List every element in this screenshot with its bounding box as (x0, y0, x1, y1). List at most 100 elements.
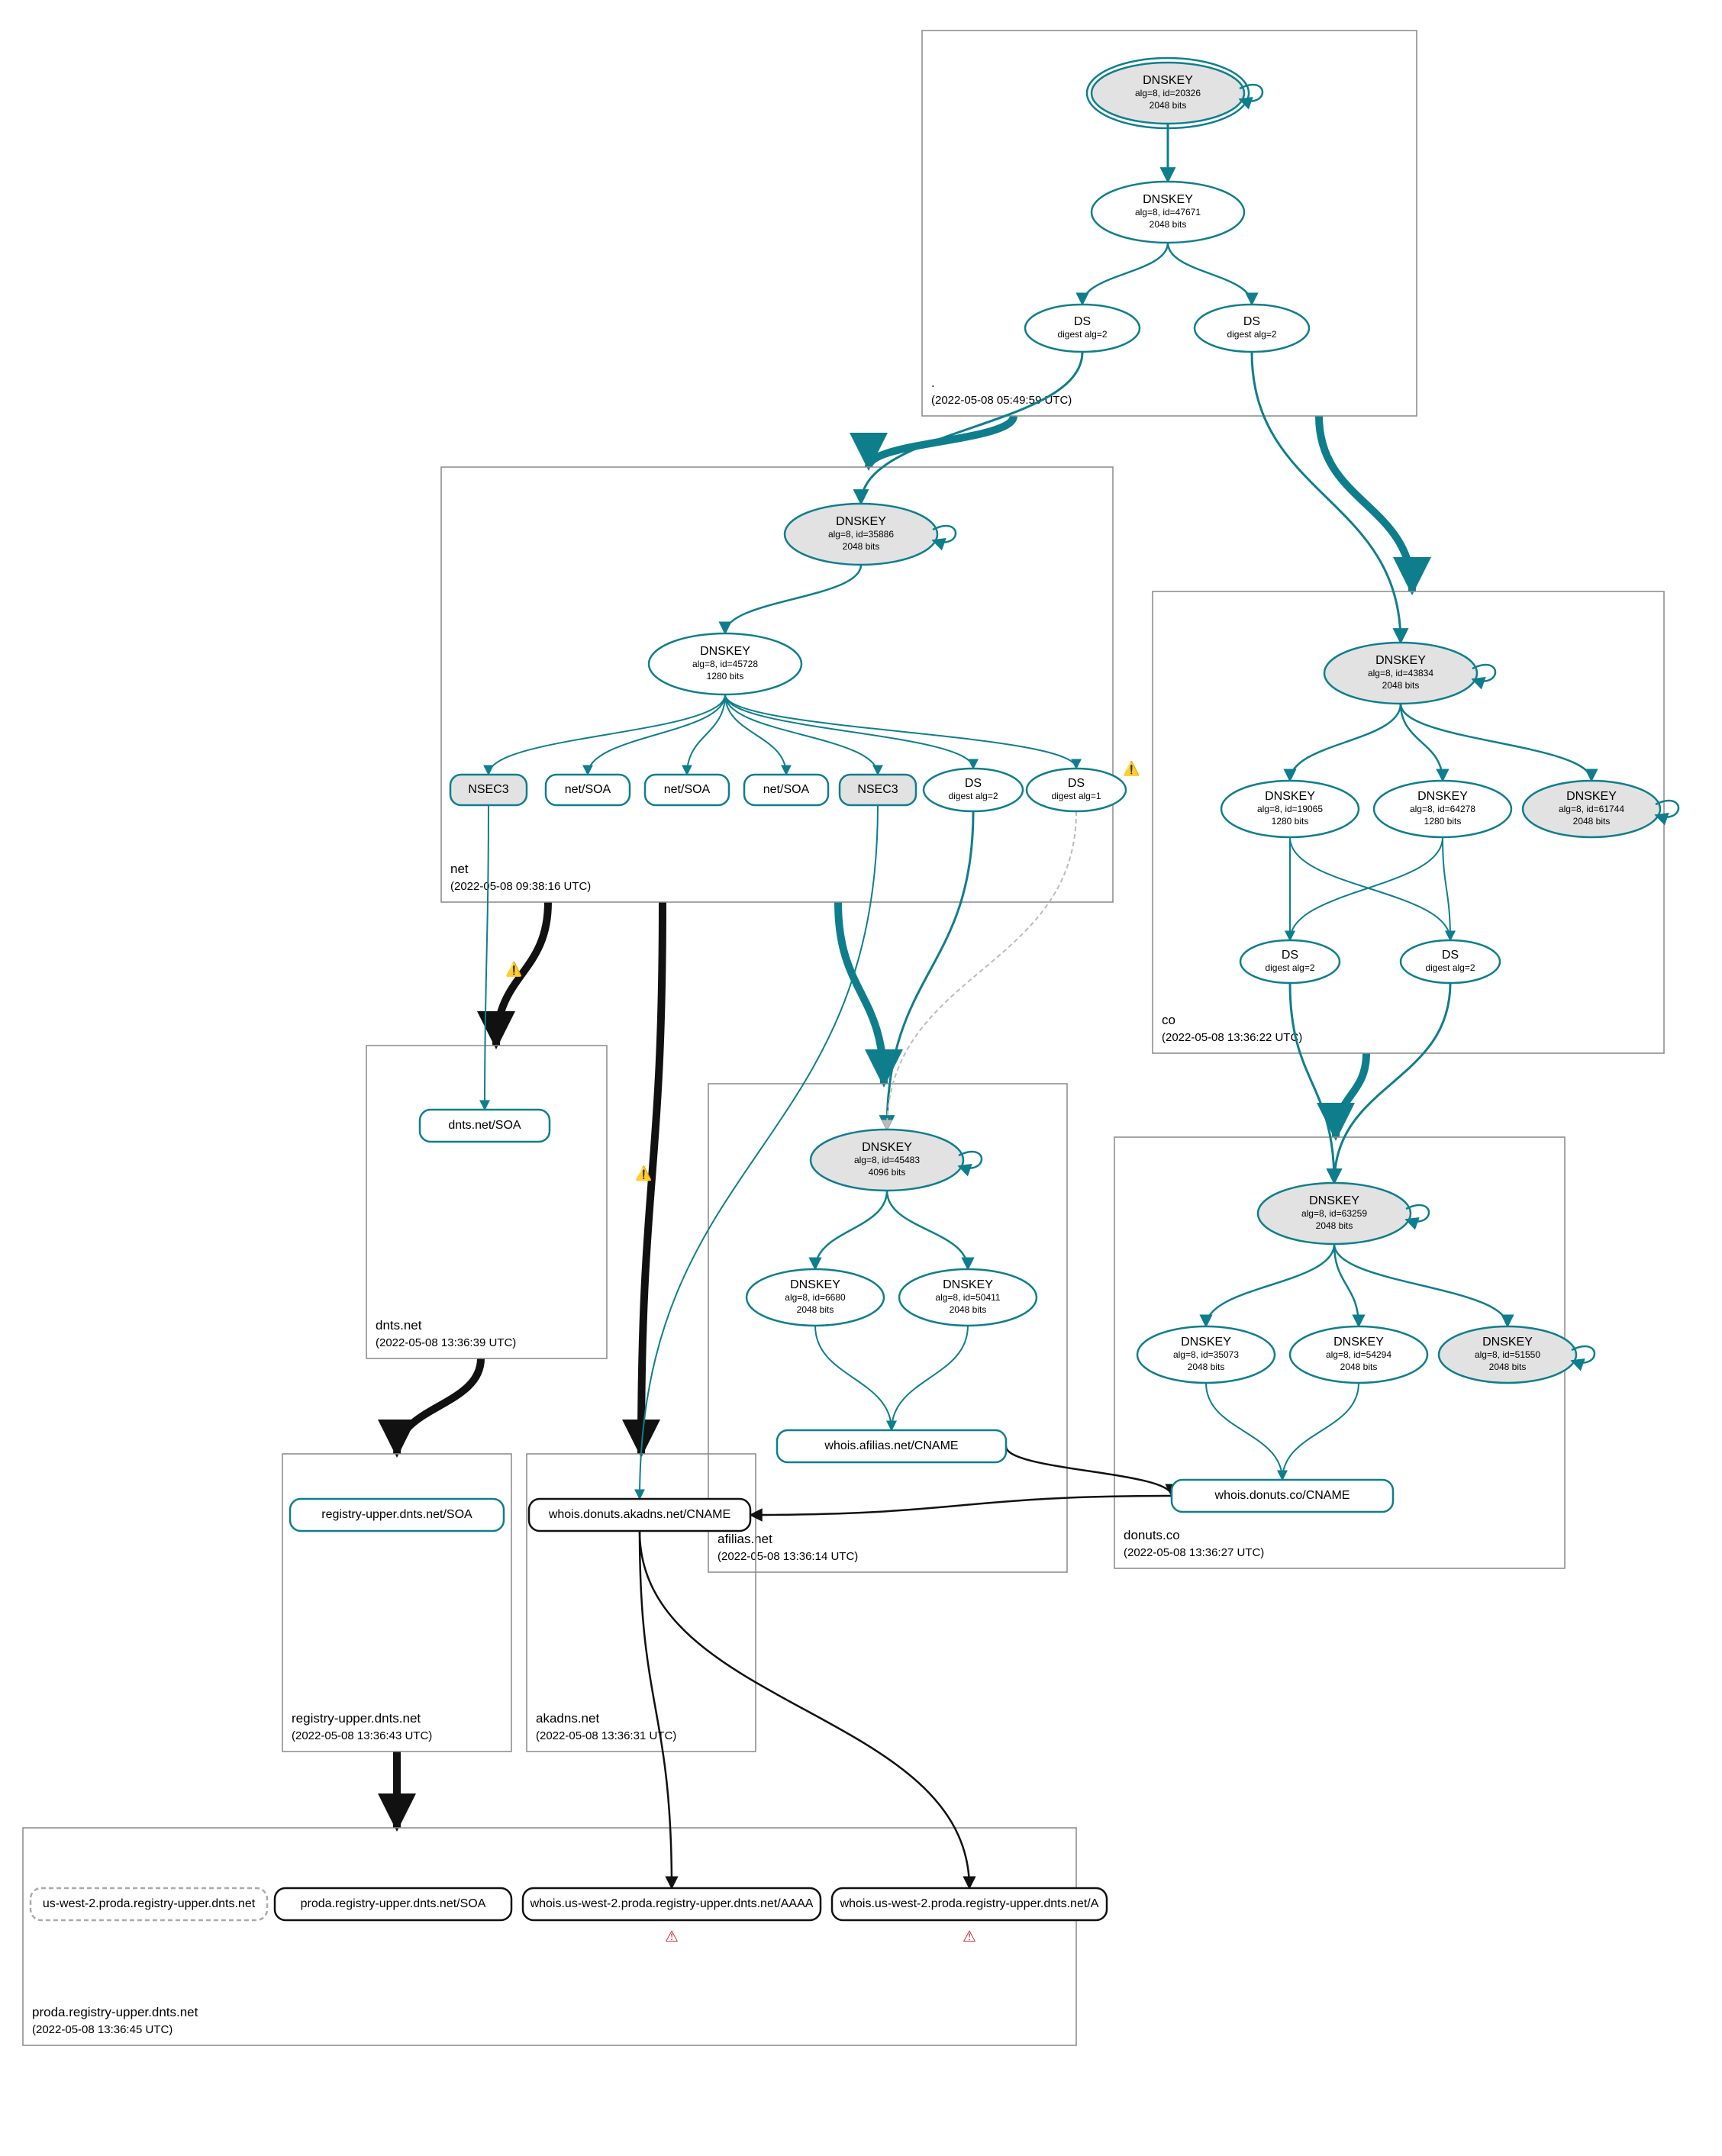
node-p-soa[interactable]: proda.registry-upper.dnts.net/SOA (275, 1888, 511, 1920)
node-text: whois.us-west-2.proda.registry-upper.dnt… (530, 1897, 814, 1910)
node-net-ksk[interactable]: DNSKEYalg=8, id=358862048 bits (785, 504, 956, 565)
dnssec-graph: ⚠️⚠️ .(2022-05-08 05:49:59 UTC)net(2022-… (0, 0, 1722, 2156)
node-text: dnts.net/SOA (448, 1119, 521, 1132)
node-root-ds2[interactable]: DSdigest alg=2 (1195, 305, 1309, 352)
edge (725, 694, 973, 769)
node-text: DNSKEY (1566, 790, 1617, 803)
zone-ts: (2022-05-08 13:36:31 UTC) (536, 1729, 676, 1742)
zone-name: donuts.co (1124, 1528, 1180, 1542)
node-net-ds1[interactable]: DSdigest alg=2 (924, 769, 1023, 811)
node-co-ds2[interactable]: DSdigest alg=2 (1401, 940, 1500, 983)
node-do-zsk2[interactable]: DNSKEYalg=8, id=542942048 bits (1290, 1326, 1427, 1383)
node-text: 1280 bits (1424, 816, 1462, 827)
node-p-aaaa[interactable]: whois.us-west-2.proda.registry-upper.dnt… (523, 1888, 821, 1945)
zone-edge (838, 902, 884, 1084)
node-net-nsec3a[interactable]: NSEC3 (450, 775, 527, 805)
edge (1006, 1446, 1172, 1496)
node-text: net/SOA (763, 783, 810, 796)
node-text: digest alg=2 (1265, 962, 1314, 973)
node-text: 2048 bits (797, 1304, 834, 1315)
edge (640, 1531, 672, 1888)
node-text: DNSKEY (1482, 1336, 1533, 1349)
node-af-zsk2[interactable]: DNSKEYalg=8, id=504112048 bits (899, 1269, 1037, 1326)
node-text: 2048 bits (1382, 680, 1420, 691)
edge (887, 811, 973, 1130)
node-do-cname[interactable]: whois.donuts.co/CNAME (1172, 1480, 1393, 1512)
zone-name: registry-upper.dnts.net (292, 1711, 421, 1726)
node-text: alg=8, id=35886 (828, 529, 894, 540)
node-text: DNSKEY (1417, 790, 1468, 803)
edge (815, 1191, 887, 1269)
node-net-ds2[interactable]: DSdigest alg=1⚠️ (1027, 760, 1140, 811)
node-text: 2048 bits (1316, 1220, 1353, 1231)
node-ak-cname[interactable]: whois.donuts.akadns.net/CNAME (529, 1499, 750, 1531)
zone-name: dnts.net (376, 1318, 422, 1333)
zone-name: . (931, 375, 935, 390)
node-af-zsk1[interactable]: DNSKEYalg=8, id=66802048 bits (747, 1269, 884, 1326)
edge (861, 352, 1082, 504)
node-co-ksk2[interactable]: DNSKEYalg=8, id=617442048 bits (1523, 781, 1678, 837)
node-text: alg=8, id=45728 (692, 659, 758, 669)
zone-name: net (450, 862, 469, 876)
node-co-zsk1[interactable]: DNSKEYalg=8, id=190651280 bits (1221, 781, 1359, 837)
node-text: alg=8, id=63259 (1301, 1208, 1367, 1219)
node-text: 1280 bits (1272, 816, 1309, 827)
node-text: digest alg=2 (1425, 962, 1475, 973)
node-text: alg=8, id=45483 (854, 1155, 920, 1165)
node-co-ds1[interactable]: DSdigest alg=2 (1240, 940, 1340, 983)
edge (1290, 837, 1450, 940)
node-net-soa3[interactable]: net/SOA (744, 775, 828, 805)
node-text: net/SOA (565, 783, 611, 796)
node-dnts-soa[interactable]: dnts.net/SOA (420, 1110, 550, 1142)
warning-icon: ⚠️ (635, 1165, 652, 1181)
node-text: 2048 bits (843, 541, 880, 552)
node-af-ksk[interactable]: DNSKEYalg=8, id=454834096 bits (811, 1130, 982, 1191)
edge (1290, 983, 1334, 1183)
node-do-ksk2[interactable]: DNSKEYalg=8, id=515502048 bits (1439, 1326, 1595, 1383)
node-root-ds1[interactable]: DSdigest alg=2 (1025, 305, 1140, 352)
node-text: net/SOA (664, 783, 711, 796)
node-net-zsk[interactable]: DNSKEYalg=8, id=457281280 bits (649, 633, 801, 694)
node-net-soa2[interactable]: net/SOA (645, 775, 729, 805)
node-co-zsk2[interactable]: DNSKEYalg=8, id=642781280 bits (1374, 781, 1511, 837)
edge (1401, 704, 1591, 781)
zone-ts: (2022-05-08 13:36:39 UTC) (376, 1336, 516, 1349)
node-text: DNSKEY (1181, 1336, 1231, 1349)
node-text: 4096 bits (869, 1167, 906, 1178)
node-text: DNSKEY (1333, 1336, 1384, 1349)
node-net-nsec3b[interactable]: NSEC3 (840, 775, 916, 805)
edge (640, 1531, 969, 1888)
node-text: whois.afilias.net/CNAME (824, 1439, 958, 1452)
zone-edge (397, 1358, 481, 1454)
edge (887, 811, 1076, 1130)
node-text: DNSKEY (1143, 74, 1193, 87)
zone-name: akadns.net (536, 1711, 599, 1726)
node-do-ksk[interactable]: DNSKEYalg=8, id=632592048 bits (1258, 1183, 1429, 1244)
edge (887, 1191, 968, 1269)
node-p-a[interactable]: whois.us-west-2.proda.registry-upper.dnt… (832, 1888, 1107, 1945)
node-ru-soa[interactable]: registry-upper.dnts.net/SOA (290, 1499, 504, 1531)
node-text: DNSKEY (943, 1278, 993, 1291)
node-text: 2048 bits (1340, 1362, 1378, 1372)
node-p-usw2[interactable]: us-west-2.proda.registry-upper.dnts.net (31, 1888, 267, 1920)
node-do-zsk1[interactable]: DNSKEYalg=8, id=350732048 bits (1137, 1326, 1275, 1383)
node-text: DNSKEY (790, 1278, 840, 1291)
edge (485, 805, 489, 1110)
node-text: digest alg=1 (1051, 791, 1101, 801)
node-text: 2048 bits (1489, 1362, 1527, 1372)
zone-dnts (366, 1046, 607, 1358)
zone-name: proda.registry-upper.dnts.net (32, 2005, 198, 2019)
node-text: digest alg=2 (948, 791, 998, 801)
edge (725, 694, 878, 775)
node-text: DNSKEY (836, 515, 886, 528)
node-af-cname[interactable]: whois.afilias.net/CNAME (777, 1430, 1006, 1462)
node-root-ksk[interactable]: DNSKEYalg=8, id=203262048 bits (1087, 58, 1262, 128)
node-text: alg=8, id=19065 (1257, 804, 1323, 814)
node-root-zsk[interactable]: DNSKEYalg=8, id=476712048 bits (1092, 182, 1244, 243)
edge (489, 694, 725, 775)
node-text: whois.donuts.akadns.net/CNAME (548, 1508, 730, 1521)
node-text: DS (1282, 949, 1298, 962)
node-net-soa1[interactable]: net/SOA (546, 775, 630, 805)
node-text: alg=8, id=6680 (785, 1292, 846, 1303)
node-co-ksk[interactable]: DNSKEYalg=8, id=438342048 bits (1324, 643, 1495, 704)
